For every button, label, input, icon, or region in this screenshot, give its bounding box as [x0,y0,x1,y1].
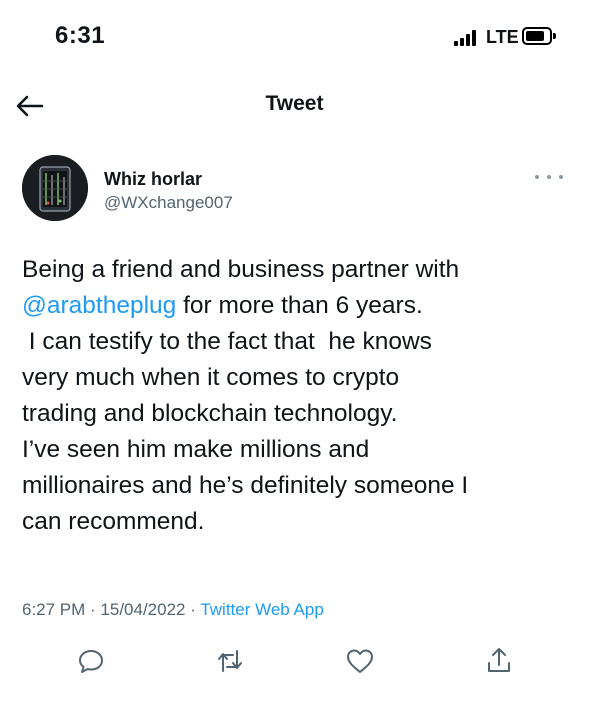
tweet-line: can recommend. [22,508,205,535]
author-handle[interactable]: @WXchange007 [104,193,233,213]
retweet-icon [218,650,242,672]
network-label: LTE [486,27,519,47]
more-icon[interactable] [535,169,563,185]
tweet-source[interactable]: Twitter Web App [200,600,323,619]
tweet-author: Whiz horlar @WXchange007 [22,155,567,225]
mention-link[interactable]: @arabtheplug [22,292,176,319]
tweet-line: @arabtheplug for more than 6 years. [22,292,423,319]
tweet-meta: 6:27 PM · 15/04/2022 · Twitter Web App [22,600,324,619]
share-icon [488,648,510,672]
retweet-button[interactable] [215,646,245,676]
page-title: Tweet [265,92,324,115]
tweet-actions [0,642,589,682]
like-icon [347,649,373,673]
avatar[interactable] [22,155,88,221]
tweet-date[interactable]: 15/04/2022 [100,600,185,619]
tweet-time[interactable]: 6:27 PM [22,600,85,619]
like-button[interactable] [345,646,375,676]
tweet-line: I can testify to the fact that he knows [22,328,432,355]
share-button[interactable] [484,646,514,676]
battery-icon [522,27,556,45]
author-display-name[interactable]: Whiz horlar [104,169,202,190]
status-time: 6:31 [55,22,106,49]
reply-button[interactable] [76,646,106,676]
tweet-line: very much when it comes to crypto [22,364,400,391]
tweet-line: I’ve seen him make millions and [22,436,370,463]
tweet-line: trading and blockchain technology. [22,400,398,427]
signal-icon [454,30,476,46]
tweet-line: millionaires and he’s definitely someone… [22,472,469,499]
nav-bar: Tweet [0,78,589,134]
reply-icon [79,650,103,673]
status-bar: 6:31 LTE [0,0,589,70]
tweet-text: Being a friend and business partner with… [22,252,567,540]
tweet-line: Being a friend and business partner with [22,256,460,283]
